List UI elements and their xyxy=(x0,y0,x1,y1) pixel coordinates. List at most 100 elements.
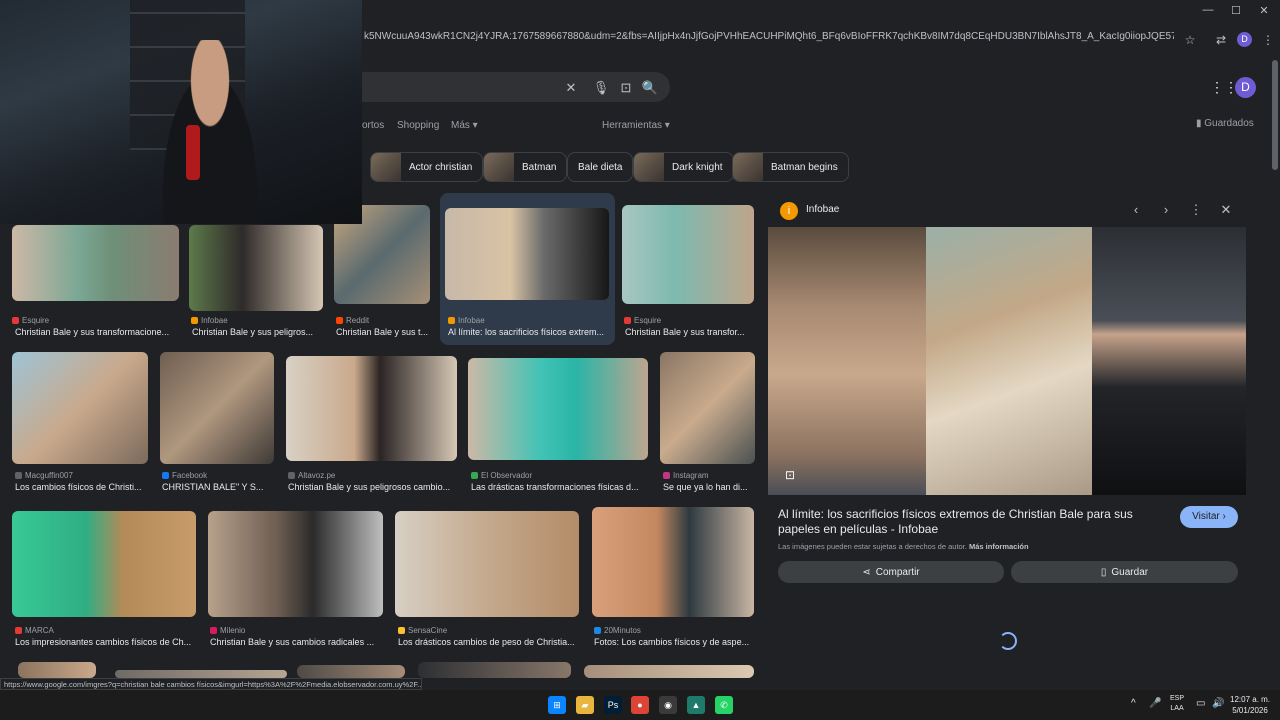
tab-shopping[interactable]: Shopping xyxy=(397,120,439,131)
minimize-icon[interactable]: — xyxy=(1198,4,1218,20)
close-icon[interactable]: ✕ xyxy=(1218,202,1234,218)
result-source[interactable]: MARCA xyxy=(15,626,199,635)
next-icon[interactable]: › xyxy=(1158,202,1174,218)
result-thumbnail[interactable] xyxy=(12,352,148,464)
taskbar-whatsapp-icon[interactable]: ✆ xyxy=(715,696,733,714)
bookmark-star-icon[interactable]: ☆ xyxy=(1181,31,1199,49)
lens-icon[interactable]: ⊡ xyxy=(617,79,635,97)
result-caption[interactable]: Al límite: los sacrificios físicos extre… xyxy=(448,327,618,337)
browser-menu-icon[interactable]: ⋮ xyxy=(1259,31,1277,49)
previous-icon[interactable]: ‹ xyxy=(1128,202,1144,218)
result-source[interactable]: Instagram xyxy=(663,471,758,480)
browser-profile-avatar[interactable]: D xyxy=(1237,32,1252,47)
chip-batman[interactable]: Batman xyxy=(483,152,568,182)
tools-button[interactable]: Herramientas ▾ xyxy=(602,120,670,131)
result-thumbnail[interactable] xyxy=(418,662,571,678)
result-thumbnail[interactable] xyxy=(18,662,96,678)
result-source[interactable]: Milenio xyxy=(210,626,385,635)
avatar[interactable]: D xyxy=(1235,77,1256,98)
search-icon[interactable]: 🔍 xyxy=(641,79,659,97)
result-caption[interactable]: Christian Bale y sus peligros... xyxy=(192,327,332,337)
result-source[interactable]: Reddit xyxy=(336,316,432,325)
more-options-icon[interactable]: ⋮ xyxy=(1188,202,1204,218)
tray-chevron-icon[interactable]: ^ xyxy=(1131,698,1136,709)
chip-dark-knight[interactable]: Dark knight xyxy=(633,152,734,182)
result-thumbnail[interactable] xyxy=(115,670,287,678)
more-info-link[interactable]: Más información xyxy=(969,542,1029,551)
result-caption[interactable]: Los drásticos cambios de peso de Christi… xyxy=(398,637,588,647)
result-caption[interactable]: CHRISTIAN BALE" Y S... xyxy=(162,482,282,492)
publisher-name[interactable]: Infobae xyxy=(806,204,839,215)
chip-bale-dieta[interactable]: Bale dieta xyxy=(567,152,634,182)
publisher-logo[interactable]: i xyxy=(780,202,798,220)
result-source[interactable]: Altavoz.pe xyxy=(288,471,459,480)
scrollbar[interactable] xyxy=(1272,60,1278,170)
result-caption[interactable]: Se que ya lo han di... xyxy=(663,482,764,492)
visual-search-icon[interactable]: ⊡ xyxy=(780,466,800,484)
saved-button[interactable]: ▮ Guardados xyxy=(1196,118,1254,129)
result-thumbnail[interactable] xyxy=(297,665,405,678)
result-caption[interactable]: Fotos: Los cambios físicos y de aspe... xyxy=(594,637,762,647)
result-thumbnail[interactable] xyxy=(584,665,754,678)
result-source[interactable]: Infobae xyxy=(448,316,612,325)
result-thumbnail[interactable] xyxy=(395,511,579,617)
url-text[interactable]: k5NWcuuA943wkR1CN2j4YJRA:1767589667880&u… xyxy=(364,31,1174,49)
maximize-icon[interactable]: ☐ xyxy=(1226,4,1246,20)
preview-image[interactable] xyxy=(768,227,1246,495)
taskbar-start-icon[interactable]: ⊞ xyxy=(548,696,566,714)
result-source[interactable]: El Observador xyxy=(471,471,651,480)
save-button[interactable]: ▯ Guardar xyxy=(1011,561,1238,583)
result-caption[interactable]: Christian Bale y sus peligrosos cambio..… xyxy=(288,482,465,492)
tab-more[interactable]: Más ▾ xyxy=(451,120,478,131)
volume-icon[interactable]: 🔊 xyxy=(1212,698,1224,709)
extensions-icon[interactable]: ⇄ xyxy=(1212,31,1230,49)
result-source[interactable]: Esquire xyxy=(624,316,756,325)
tab-partial[interactable]: ortos xyxy=(362,120,384,131)
result-thumbnail[interactable] xyxy=(622,205,754,304)
taskbar-photoshop-icon[interactable]: Ps xyxy=(604,696,622,714)
result-source[interactable]: Macguffin007 xyxy=(15,471,151,480)
result-caption[interactable]: Los impresionantes cambios físicos de Ch… xyxy=(15,637,205,647)
result-thumbnail[interactable] xyxy=(189,225,323,311)
source-favicon-icon xyxy=(288,472,295,479)
clear-icon[interactable]: ✕ xyxy=(562,79,580,97)
result-thumbnail[interactable] xyxy=(208,511,383,617)
result-caption[interactable]: Los cambios físicos de Christi... xyxy=(15,482,157,492)
visit-button[interactable]: Visitar › xyxy=(1180,506,1238,528)
result-thumbnail[interactable] xyxy=(12,511,196,617)
taskbar-chrome-icon[interactable]: ● xyxy=(631,696,649,714)
chip-batman-begins[interactable]: Batman begins xyxy=(732,152,849,182)
result-thumbnail[interactable] xyxy=(445,208,609,300)
result-thumbnail[interactable] xyxy=(12,225,179,301)
language-indicator[interactable]: ESP LAA xyxy=(1170,694,1184,714)
result-thumbnail[interactable] xyxy=(592,507,754,617)
preview-image-part xyxy=(926,227,1092,495)
result-thumbnail[interactable] xyxy=(660,352,755,464)
result-caption[interactable]: Christian Bale y sus cambios radicales .… xyxy=(210,637,391,647)
result-thumbnail[interactable] xyxy=(468,358,648,460)
result-caption[interactable]: Christian Bale y sus transformacione... xyxy=(15,327,188,337)
apps-grid-icon[interactable]: ⋮⋮ xyxy=(1210,79,1238,95)
taskbar-obs-icon[interactable]: ◉ xyxy=(659,696,677,714)
network-icon[interactable]: ▭ xyxy=(1196,698,1205,709)
result-source[interactable]: Esquire xyxy=(12,316,179,325)
result-caption[interactable]: Christian Bale y sus t... xyxy=(336,327,438,337)
result-thumbnail[interactable] xyxy=(286,356,457,461)
close-window-icon[interactable]: ✕ xyxy=(1254,4,1274,20)
mic-icon[interactable]: 🎙 xyxy=(592,79,610,97)
result-caption[interactable]: Las drásticas transformaciones físicas d… xyxy=(471,482,657,492)
tray-mic-icon[interactable]: 🎤 xyxy=(1149,698,1161,709)
taskbar-explorer-icon[interactable]: ▰ xyxy=(576,696,594,714)
result-source[interactable]: 20Minutos xyxy=(594,626,756,635)
result-caption[interactable]: Christian Bale y sus transfor... xyxy=(625,327,763,337)
result-source[interactable]: SensaCine xyxy=(398,626,582,635)
result-thumbnail[interactable] xyxy=(160,352,274,464)
share-button[interactable]: ⋖ Compartir xyxy=(778,561,1004,583)
chip-actor-christian[interactable]: Actor christian xyxy=(370,152,484,182)
result-source[interactable]: Infobae xyxy=(191,316,325,325)
taskbar-app-icon[interactable]: ▲ xyxy=(687,696,705,714)
clock[interactable]: 12:07 a. m. 5/01/2026 xyxy=(1230,694,1270,716)
source-favicon-icon xyxy=(162,472,169,479)
result-source[interactable]: Facebook xyxy=(162,471,276,480)
preview-title[interactable]: Al límite: los sacrificios físicos extre… xyxy=(778,507,1178,537)
